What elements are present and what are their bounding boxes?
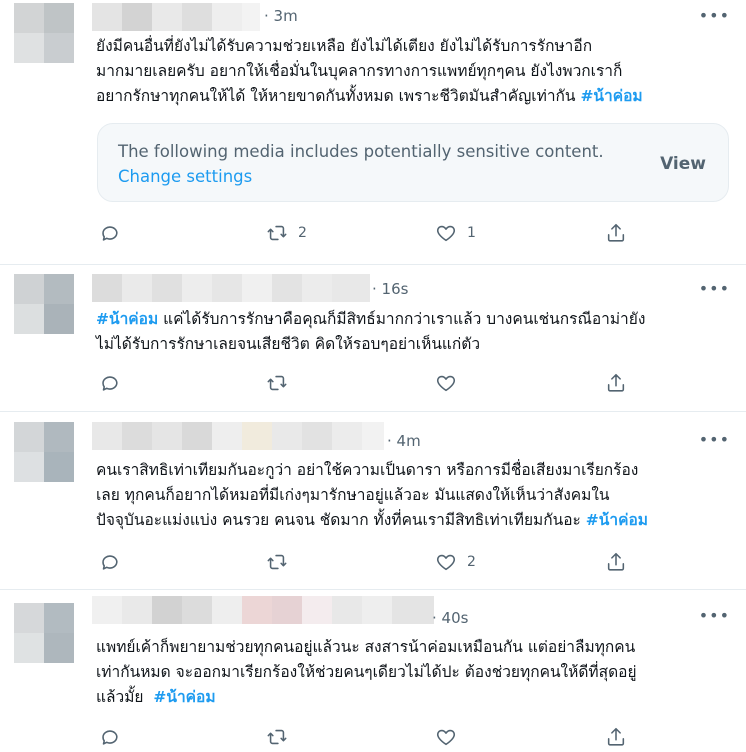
- hashtag-link[interactable]: #น้าค่อม: [580, 87, 642, 105]
- like-button[interactable]: 2: [435, 550, 476, 574]
- share-icon: [607, 223, 625, 242]
- tweet-text: ยังมีคนอื่นที่ยังไม่ได้รับความช่วยเหลือ …: [96, 37, 643, 105]
- like-count: 1: [467, 225, 476, 241]
- avatar[interactable]: [14, 422, 74, 482]
- sensitive-media-message: The following media includes potentially…: [118, 142, 604, 161]
- more-options-icon[interactable]: •••: [699, 606, 730, 625]
- reply-icon: [102, 730, 118, 745]
- tweet-timestamp[interactable]: · 3m: [264, 7, 298, 25]
- retweet-icon: [267, 375, 287, 391]
- retweet-icon: [267, 554, 287, 570]
- like-count: 2: [467, 554, 476, 570]
- like-button[interactable]: [435, 725, 467, 749]
- hashtag-link[interactable]: #น้าค่อม: [586, 511, 648, 529]
- tweet-text: แพทย์เค้าก็พยายามช่วยทุกคนอยู่แล้วนะ สงส…: [96, 638, 637, 706]
- like-button[interactable]: 1: [435, 221, 476, 245]
- retweet-button[interactable]: [266, 725, 298, 749]
- change-settings-link[interactable]: Change settings: [118, 167, 252, 186]
- tweet-timestamp[interactable]: · 16s: [372, 280, 408, 298]
- share-icon: [607, 552, 625, 571]
- tweet-actions: 2: [96, 550, 636, 574]
- tweet[interactable]: · 4m ••• คนเราสิทธิเท่าเทียมกันอะกูว่า อ…: [0, 411, 746, 590]
- share-icon: [607, 727, 625, 746]
- heart-icon: [436, 375, 456, 392]
- tweet-text: คนเราสิทธิเท่าเทียมกันอะกูว่า อย่าใช้ควา…: [96, 461, 648, 529]
- reply-button[interactable]: [98, 550, 120, 574]
- tweet-actions: [96, 371, 636, 395]
- blurred-username[interactable]: [92, 3, 260, 31]
- retweet-count: 2: [298, 225, 307, 241]
- retweet-icon: [267, 729, 287, 745]
- tweet[interactable]: · 40s ••• แพทย์เค้าก็พยายามช่วยทุกคนอยู่…: [0, 589, 746, 752]
- retweet-button[interactable]: 2: [266, 221, 307, 245]
- heart-icon: [436, 729, 456, 746]
- tweet-text: #น้าค่อม แค่ได้รับการรักษาคือคุณก็มีสิทธ…: [96, 310, 646, 353]
- sensitive-media-warning: The following media includes potentially…: [97, 123, 729, 202]
- tweet-actions: [96, 725, 636, 749]
- avatar[interactable]: [14, 3, 74, 63]
- blurred-username[interactable]: [92, 596, 434, 624]
- tweet[interactable]: · 3m ••• ยังมีคนอื่นที่ยังไม่ได้รับความช…: [0, 0, 746, 265]
- reply-button[interactable]: [98, 221, 130, 245]
- avatar[interactable]: [14, 274, 74, 334]
- heart-icon: [436, 225, 456, 242]
- share-button[interactable]: [605, 550, 627, 574]
- blurred-username[interactable]: [92, 274, 370, 302]
- share-button[interactable]: [605, 221, 627, 245]
- reply-icon: [102, 376, 118, 391]
- reply-icon: [102, 226, 118, 241]
- more-options-icon[interactable]: •••: [699, 6, 730, 25]
- retweet-button[interactable]: [266, 371, 298, 395]
- hashtag-link[interactable]: #น้าค่อม: [96, 310, 158, 328]
- reply-button[interactable]: [98, 725, 120, 749]
- hashtag-link[interactable]: #น้าค่อม: [153, 688, 215, 706]
- retweet-icon: [267, 225, 287, 241]
- tweet-actions: 2 1: [96, 221, 636, 245]
- view-media-button[interactable]: View: [660, 154, 706, 174]
- blurred-username[interactable]: [92, 422, 384, 450]
- more-options-icon[interactable]: •••: [699, 430, 730, 449]
- reply-icon: [102, 555, 118, 570]
- avatar[interactable]: [14, 603, 74, 663]
- heart-icon: [436, 554, 456, 571]
- more-options-icon[interactable]: •••: [699, 279, 730, 298]
- retweet-button[interactable]: [266, 550, 298, 574]
- reply-button[interactable]: [98, 371, 120, 395]
- like-button[interactable]: [435, 371, 467, 395]
- tweet-timestamp[interactable]: · 40s: [432, 609, 468, 627]
- share-button[interactable]: [605, 371, 627, 395]
- share-icon: [607, 373, 625, 392]
- share-button[interactable]: [605, 725, 627, 749]
- tweet[interactable]: · 16s ••• #น้าค่อม แค่ได้รับการรักษาคือค…: [0, 264, 746, 412]
- tweet-timestamp[interactable]: · 4m: [387, 432, 421, 450]
